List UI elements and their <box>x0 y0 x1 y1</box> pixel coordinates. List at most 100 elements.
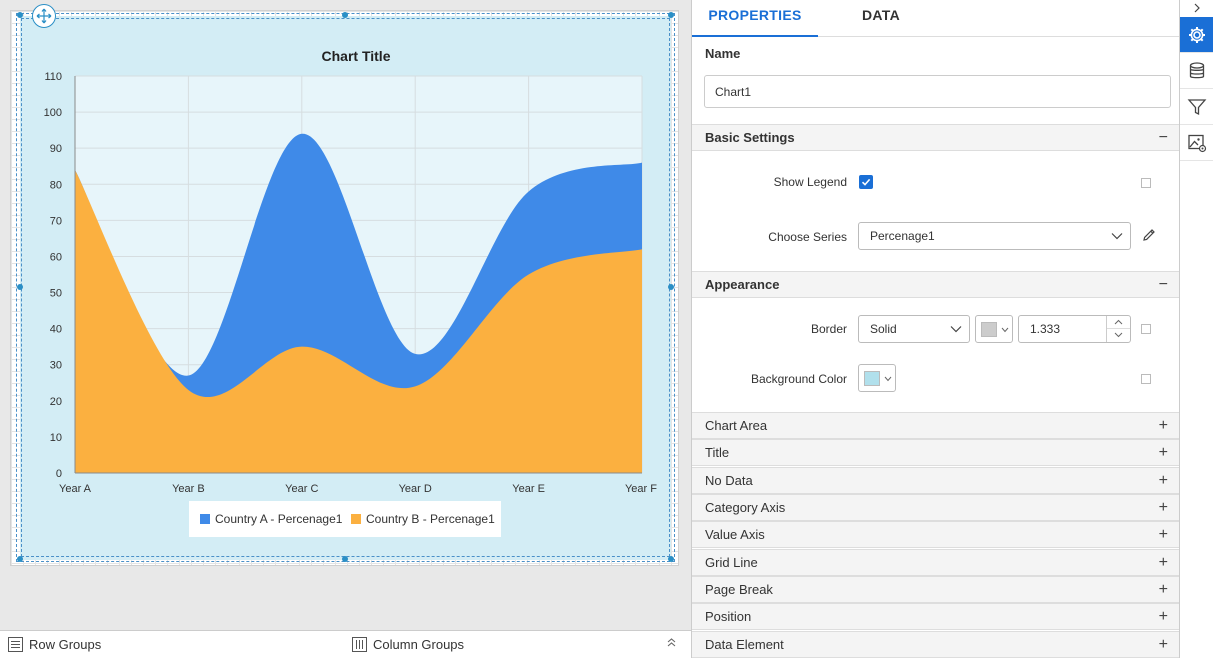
chevron-down-icon <box>1001 327 1009 333</box>
resize-handle-bottom[interactable] <box>342 556 348 562</box>
section-data-element-label: Data Element <box>705 637 784 652</box>
row-groups-label: Row Groups <box>29 637 102 652</box>
category-axis-tick-label: Year A <box>59 483 92 495</box>
filter-side-button[interactable] <box>1180 89 1213 125</box>
expand-value-axis[interactable]: + <box>1159 526 1168 544</box>
row-groups-icon <box>8 637 23 652</box>
border-style-dropdown[interactable]: Solid <box>858 315 970 343</box>
value-axis-tick-label: 60 <box>50 251 62 263</box>
expand-page-break[interactable]: + <box>1159 581 1168 599</box>
column-groups-label: Column Groups <box>373 637 465 652</box>
value-axis-tick-label: 110 <box>44 71 62 83</box>
section-category-axis[interactable]: Category Axis + <box>692 494 1179 521</box>
border-color-swatch <box>981 322 997 337</box>
choose-series-label: Choose Series <box>768 230 847 244</box>
legend-item-label[interactable]: Country B - Percenage1 <box>366 512 495 526</box>
section-basic-settings-label: Basic Settings <box>705 130 795 145</box>
name-label: Name <box>705 46 741 61</box>
resize-handle-left[interactable] <box>17 284 23 290</box>
tab-data[interactable]: DATA <box>818 0 944 37</box>
section-value-axis[interactable]: Value Axis + <box>692 521 1179 548</box>
expand-data-element[interactable]: + <box>1159 636 1168 654</box>
column-groups-button[interactable]: Column Groups <box>352 637 464 652</box>
resize-handle-right[interactable] <box>668 284 674 290</box>
chart-item[interactable]: 0 10 20 30 40 50 60 70 80 90 100 110 Year A Year B Ye… <box>20 16 671 560</box>
spin-down-icon[interactable] <box>1114 332 1123 338</box>
border-expression-checkbox[interactable] <box>1141 324 1151 334</box>
value-axis-tick-label: 80 <box>50 179 62 191</box>
border-color-picker[interactable] <box>975 315 1013 343</box>
category-axis-tick-label: Year E <box>512 483 545 495</box>
resize-handle-top-right[interactable] <box>668 12 674 18</box>
section-page-break[interactable]: Page Break + <box>692 576 1179 603</box>
filter-icon <box>1187 98 1206 115</box>
resize-handle-bottom-right[interactable] <box>668 556 674 562</box>
resize-handle-top-left[interactable] <box>17 12 23 18</box>
expand-category-axis[interactable]: + <box>1159 499 1168 517</box>
background-color-expression-checkbox[interactable] <box>1141 374 1151 384</box>
expand-position[interactable]: + <box>1159 608 1168 626</box>
name-input[interactable] <box>704 75 1171 108</box>
gear-icon <box>1188 26 1205 43</box>
border-width-spinner[interactable] <box>1106 316 1130 342</box>
border-width-input[interactable]: 1.333 <box>1018 315 1131 343</box>
section-basic-settings[interactable]: Basic Settings − <box>692 124 1179 151</box>
value-axis-tick-label: 20 <box>50 396 62 408</box>
section-category-axis-label: Category Axis <box>705 500 786 515</box>
value-axis-tick-label: 10 <box>50 432 62 444</box>
move-handle[interactable] <box>32 4 56 28</box>
tab-properties[interactable]: PROPERTIES <box>692 0 818 37</box>
collapse-panel-button[interactable] <box>1180 0 1213 16</box>
design-canvas[interactable]: 0 10 20 30 40 50 60 70 80 90 100 110 Year A Year B Ye… <box>0 0 691 630</box>
section-data-element[interactable]: Data Element + <box>692 631 1179 658</box>
expand-no-data[interactable]: + <box>1159 472 1168 490</box>
choose-series-dropdown[interactable]: Percenage1 <box>858 222 1131 250</box>
side-icon-bar <box>1180 0 1213 658</box>
section-position-label: Position <box>705 609 752 624</box>
image-settings-side-button[interactable] <box>1180 125 1213 161</box>
background-color-picker[interactable] <box>858 364 896 392</box>
section-grid-line[interactable]: Grid Line + <box>692 549 1179 576</box>
section-no-data[interactable]: No Data + <box>692 467 1179 494</box>
properties-side-button[interactable] <box>1180 17 1213 53</box>
value-axis-tick-label: 30 <box>50 360 62 372</box>
resize-handle-top[interactable] <box>342 12 348 18</box>
section-chart-area[interactable]: Chart Area + <box>692 412 1179 439</box>
border-width-value: 1.333 <box>1030 322 1061 336</box>
data-side-button[interactable] <box>1180 53 1213 89</box>
spin-up-icon[interactable] <box>1114 319 1123 325</box>
value-axis-tick-label: 70 <box>50 215 62 227</box>
section-position[interactable]: Position + <box>692 603 1179 630</box>
chart-legend[interactable]: Country A - Percenage1 Country B - Percen… <box>189 501 501 537</box>
double-chevron-up-icon <box>667 638 676 647</box>
show-legend-checkbox[interactable] <box>859 175 873 189</box>
collapse-appearance[interactable]: − <box>1159 276 1168 294</box>
database-icon <box>1189 61 1204 78</box>
resize-handle-bottom-left[interactable] <box>17 556 23 562</box>
section-appearance-label: Appearance <box>705 277 780 292</box>
edit-series-button[interactable] <box>1141 227 1157 246</box>
choose-series-value: Percenage1 <box>870 229 935 243</box>
chart-title[interactable]: Chart Title <box>322 48 391 64</box>
legend-item-label[interactable]: Country A - Percenage1 <box>215 512 343 526</box>
section-title-label: Title <box>705 445 730 460</box>
row-groups-button[interactable]: Row Groups <box>8 637 101 652</box>
show-legend-label: Show Legend <box>773 175 847 189</box>
section-page-break-label: Page Break <box>705 582 773 597</box>
expand-title[interactable]: + <box>1159 444 1168 462</box>
column-groups-icon <box>352 637 367 652</box>
background-color-swatch <box>864 371 880 386</box>
section-appearance[interactable]: Appearance − <box>692 271 1179 298</box>
collapse-basic-settings[interactable]: − <box>1159 129 1168 147</box>
value-axis-tick-label: 40 <box>50 324 62 336</box>
expand-grid-line[interactable]: + <box>1159 554 1168 572</box>
value-axis-tick-label: 0 <box>56 468 62 480</box>
spinner-divider <box>1107 328 1130 329</box>
area-chart[interactable]: 0 10 20 30 40 50 60 70 80 90 100 110 Year A Year B Ye… <box>20 16 671 560</box>
background-color-label: Background Color <box>750 372 847 386</box>
category-axis-tick-label: Year D <box>399 483 432 495</box>
show-legend-expression-checkbox[interactable] <box>1141 178 1151 188</box>
expand-chart-area[interactable]: + <box>1159 417 1168 435</box>
section-title[interactable]: Title + <box>692 439 1179 466</box>
collapse-groups-button[interactable] <box>666 636 677 651</box>
